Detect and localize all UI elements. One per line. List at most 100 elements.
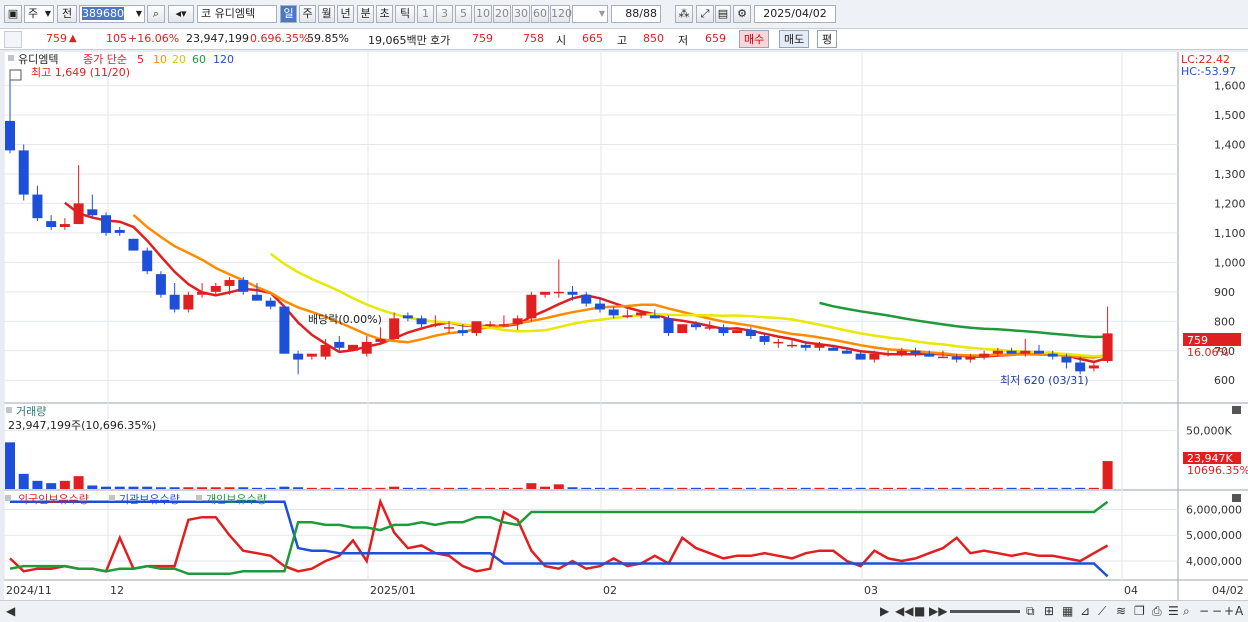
interval-3[interactable]: 3 xyxy=(436,5,453,23)
candle-body xyxy=(5,120,15,151)
volume-bar xyxy=(608,487,619,489)
date-field[interactable]: 2025/04/02 xyxy=(754,5,836,23)
volume-bar xyxy=(992,487,1003,489)
institution-legend: 기관보유수량 xyxy=(119,493,180,506)
sell-button[interactable]: 매도 xyxy=(779,30,810,48)
volume-bar xyxy=(306,487,317,489)
play-icon[interactable]: ▶ xyxy=(880,604,889,618)
scroll-left-icon[interactable]: ◀ xyxy=(6,604,15,618)
list-icon[interactable]: ☰ xyxy=(1168,604,1179,618)
chart-menu-icon[interactable]: ▣ xyxy=(4,5,22,23)
zoom-in-icon[interactable]: + xyxy=(1224,604,1234,618)
speaker-icon[interactable]: ◂▾ xyxy=(168,5,194,23)
volume-bar xyxy=(691,487,701,489)
interval-1[interactable]: 1 xyxy=(417,5,434,23)
hc-label: HC:-53.97 xyxy=(1181,65,1236,78)
candle-body xyxy=(402,315,413,319)
split-icon[interactable]: ⊞ xyxy=(1044,604,1054,618)
toolbar: ▣ 주 ▼ 전 389680 ▼ ⌕ ◂▾ 코 유디엠텍 일 주 월 년 분 초 틱… xyxy=(0,0,1248,29)
tab-minute[interactable]: 분 xyxy=(357,5,374,23)
volume-bar xyxy=(896,487,907,489)
zoom-out-icon[interactable]: − xyxy=(1199,604,1209,618)
candle-body xyxy=(553,291,564,294)
tab-tick[interactable]: 틱 xyxy=(395,5,415,23)
candle-body xyxy=(869,353,880,360)
chart-type-icon[interactable]: ⊿ xyxy=(1080,604,1090,618)
candle-body xyxy=(265,300,276,307)
zoom-icon[interactable]: ⌕ xyxy=(1183,604,1190,619)
volume-bar xyxy=(1006,487,1017,489)
candle-body xyxy=(306,353,317,357)
pct-tag-text: 16.06% xyxy=(1187,346,1229,359)
buy-button[interactable]: 매수 xyxy=(739,30,770,48)
info-toggle-icon[interactable] xyxy=(4,31,22,48)
indicator-icon[interactable]: ≋ xyxy=(1116,604,1126,618)
interval-60[interactable]: 60 xyxy=(531,5,549,23)
grid-icon[interactable]: ▦ xyxy=(1062,604,1073,618)
avg-button[interactable]: 평 xyxy=(817,30,838,48)
tab-month[interactable]: 월 xyxy=(318,5,335,23)
interval-select[interactable]: ▼ xyxy=(572,5,608,23)
candle-body xyxy=(169,294,180,310)
interval-30[interactable]: 30 xyxy=(512,5,530,23)
ma-10: 10 xyxy=(153,53,167,66)
chevron-down-icon: ▼ xyxy=(135,9,142,18)
code-input[interactable]: 389680 ▼ xyxy=(79,5,145,23)
volume-bar xyxy=(402,487,413,489)
y-tick-label: 1,000 xyxy=(1214,256,1246,269)
x-axis-label: 04 xyxy=(1124,584,1138,597)
forward-icon[interactable]: ▶▶ xyxy=(929,604,947,618)
candle-body xyxy=(526,294,537,319)
volume-bar xyxy=(279,486,290,489)
layout-icon[interactable]: ⧉ xyxy=(1026,604,1035,619)
tab-year[interactable]: 년 xyxy=(337,5,354,23)
stock-name-field[interactable]: 코 유디엠텍 xyxy=(197,5,277,23)
volume-bar xyxy=(636,487,647,489)
trend-icon[interactable]: ⟋ xyxy=(1098,604,1106,619)
volume-bar xyxy=(265,487,276,489)
panel-collapse-icon[interactable] xyxy=(8,55,14,61)
draw-icon[interactable]: ⤢ xyxy=(696,5,714,23)
volume-bar xyxy=(924,487,935,489)
minus-icon[interactable]: − xyxy=(1212,604,1222,618)
volume-bar xyxy=(526,483,537,489)
copy-icon[interactable]: ❐ xyxy=(1134,604,1145,618)
interval-20[interactable]: 20 xyxy=(493,5,511,23)
candle-body xyxy=(992,350,1003,354)
search-icon[interactable]: ⌕ xyxy=(147,5,165,23)
volume-collapse-icon[interactable] xyxy=(6,407,12,413)
volume-bar xyxy=(224,487,235,489)
tab-day[interactable]: 일 xyxy=(280,5,297,23)
volume-bar xyxy=(787,487,798,489)
rewind-icon[interactable]: ◀◀ xyxy=(895,604,913,618)
stop-icon[interactable]: ■ xyxy=(914,604,925,618)
volume-bar xyxy=(375,487,386,489)
volume-bar xyxy=(663,487,674,489)
holding-collapse-icon[interactable] xyxy=(5,495,11,501)
candle-body xyxy=(883,353,894,356)
volume-bar xyxy=(704,487,715,489)
candle-body xyxy=(581,294,592,304)
tab-week[interactable]: 주 xyxy=(299,5,316,23)
market-select[interactable]: 주 ▼ xyxy=(24,5,54,23)
interval-120[interactable]: 120 xyxy=(550,5,572,23)
print-icon[interactable]: ⎙ xyxy=(1152,604,1162,619)
tab-second[interactable]: 초 xyxy=(376,5,393,23)
volume-bar xyxy=(251,487,262,489)
volume-bar xyxy=(965,487,976,489)
compare-icon[interactable]: ⁂ xyxy=(675,5,693,23)
interval-5[interactable]: 5 xyxy=(455,5,472,23)
ma-60: 60 xyxy=(192,53,206,66)
volume-bar xyxy=(869,487,880,489)
volume-bar xyxy=(197,487,208,489)
candle-body xyxy=(951,356,962,360)
font-size-icon[interactable]: A xyxy=(1235,604,1243,618)
prev-button[interactable]: 전 xyxy=(57,5,77,23)
save-icon[interactable]: ▤ xyxy=(715,5,731,23)
volume-close-icon[interactable] xyxy=(1232,406,1241,414)
zoom-slider[interactable] xyxy=(950,610,1020,613)
interval-10[interactable]: 10 xyxy=(474,5,492,23)
gear-icon[interactable]: ⚙ xyxy=(733,5,751,23)
holding-close-icon[interactable] xyxy=(1232,494,1241,502)
volume-bar xyxy=(567,487,578,489)
